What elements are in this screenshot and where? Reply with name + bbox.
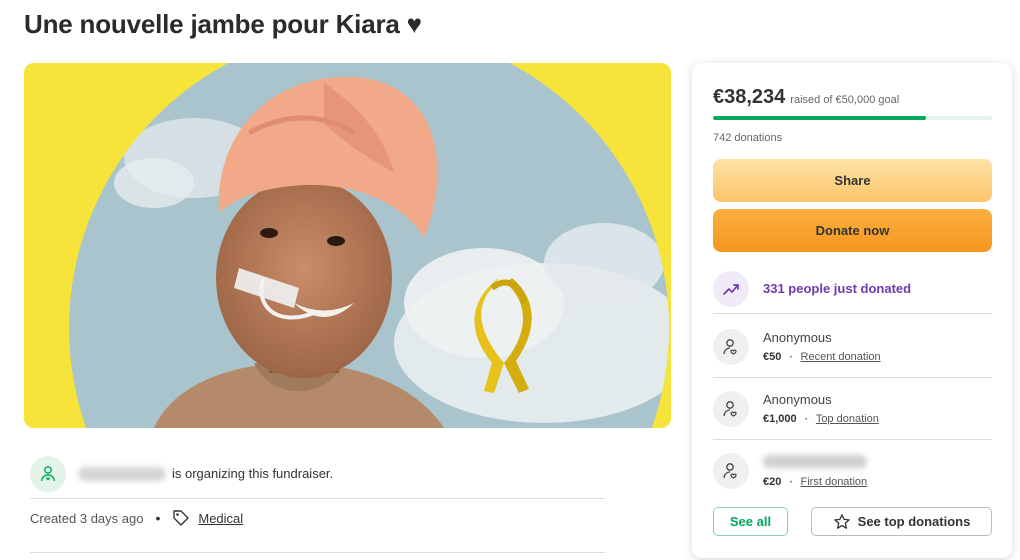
see-top-donations-label: See top donations [857, 514, 971, 529]
bullet-separator: • [804, 414, 808, 424]
organizer-row[interactable]: is organizing this fundraiser. [30, 451, 605, 499]
see-all-button[interactable]: See all [713, 507, 788, 536]
star-icon [833, 513, 851, 531]
meta-separator: • [155, 510, 161, 526]
donation-type-link[interactable]: First donation [801, 476, 868, 488]
campaign-meta: Created 3 days ago • Medical [30, 509, 243, 527]
raised-amount: €38,234 [713, 86, 786, 108]
see-top-donations-button[interactable]: See top donations [811, 507, 992, 536]
created-date: Created 3 days ago [30, 510, 144, 526]
tag-icon [172, 509, 190, 527]
donation-type-link[interactable]: Top donation [816, 413, 879, 425]
donation-item: Anonymous €50 • Recent donation [713, 316, 992, 378]
recent-activity: 331 people just donated [713, 264, 992, 314]
donate-now-button[interactable]: Donate now [713, 209, 992, 252]
trending-up-icon [713, 270, 749, 307]
raised-summary: €38,234 raised of €50,000 goal [713, 86, 899, 109]
share-button[interactable]: Share [713, 159, 992, 202]
donation-type-link[interactable]: Recent donation [801, 351, 881, 363]
organizer-text: is organizing this fundraiser. [172, 466, 334, 481]
goal-text: raised of €50,000 goal [790, 94, 900, 106]
trend-text: 331 people just donated [763, 281, 912, 296]
donor-icon [713, 390, 749, 427]
donation-amount: €20 [763, 475, 782, 488]
progress-bar [713, 116, 992, 120]
person-heart-icon [30, 455, 66, 492]
donation-count: 742 donations [713, 132, 783, 144]
donation-amount: €50 [763, 351, 782, 363]
donor-name: Anonymous [763, 392, 832, 407]
campaign-image[interactable] [24, 63, 671, 428]
progress-fill [713, 116, 927, 120]
donor-icon [713, 453, 749, 489]
page-title: Une nouvelle jambe pour Kiara ♥ [24, 9, 422, 39]
divider [30, 552, 605, 553]
donation-item: Anonymous €1,000 • Top donation [713, 378, 992, 440]
donation-item: €20 • First donation [713, 440, 992, 502]
donation-card: €38,234 raised of €50,000 goal 742 donat… [692, 63, 1012, 558]
bullet-separator: • [789, 352, 793, 362]
donor-name: Anonymous [763, 330, 832, 345]
donor-icon [713, 328, 749, 365]
campaign-photo [24, 63, 671, 428]
donor-name-redacted [763, 454, 867, 468]
donation-amount: €1,000 [763, 413, 797, 425]
bullet-separator: • [789, 476, 793, 487]
organizer-name-redacted [78, 466, 166, 481]
category-link[interactable]: Medical [198, 511, 243, 526]
